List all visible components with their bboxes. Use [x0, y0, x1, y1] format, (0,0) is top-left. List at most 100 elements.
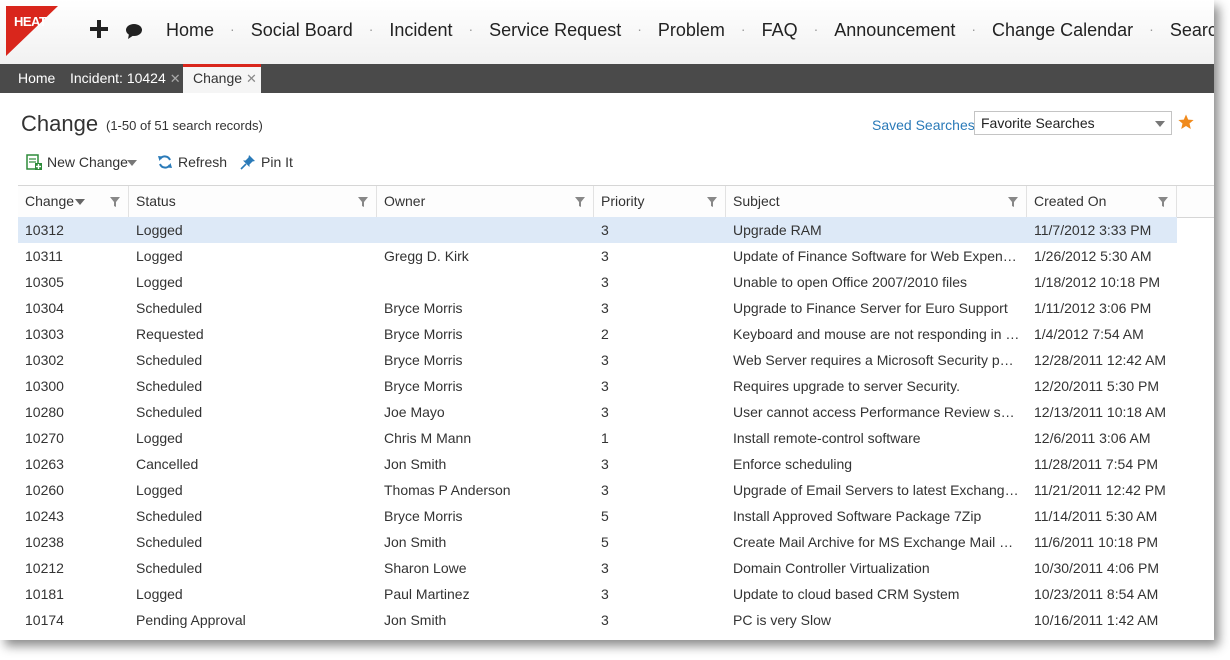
chat-bubble-icon[interactable]: [124, 22, 144, 40]
filter-icon[interactable]: [1158, 197, 1168, 207]
nav-item-social-board[interactable]: Social Board: [235, 20, 369, 41]
filter-icon[interactable]: [110, 197, 120, 207]
table-row[interactable]: 10280 Scheduled Joe Mayo 3 User cannot acces…: [18, 399, 1177, 425]
tab-label: Incident: 10424: [70, 70, 166, 86]
priority-cell: 3: [601, 352, 609, 368]
change-id-cell: 10303: [25, 326, 64, 342]
created-on-cell: 11/7/2012 3:33 PM: [1034, 222, 1152, 238]
top-nav: HEAT Home · Social Board · Incident · Service …: [0, 0, 1214, 65]
priority-cell: 3: [601, 612, 609, 628]
change-id-cell: 10312: [25, 222, 64, 238]
workspace-tab-bar: Home Incident: 10424 ✕ Change ✕: [0, 64, 1214, 93]
column-header-label: Subject: [733, 193, 780, 209]
nav-item-change-calendar[interactable]: Change Calendar: [976, 20, 1149, 41]
sort-descending-icon[interactable]: [75, 199, 85, 205]
table-row[interactable]: 10303 Requested Bryce Morris 2 Keyboard and …: [18, 321, 1177, 347]
change-id-cell: 10270: [25, 430, 64, 446]
column-header-label: Priority: [601, 193, 645, 209]
nav-separator: ·: [637, 21, 642, 37]
nav-separator: ·: [1149, 21, 1154, 37]
status-cell: Logged: [136, 586, 183, 602]
tab-change[interactable]: Change ✕: [183, 64, 261, 93]
subject-cell: Unable to open Office 2007/2010 files: [733, 274, 968, 290]
heat-logo[interactable]: HEAT: [6, 6, 58, 58]
priority-cell: 5: [601, 508, 609, 524]
nav-item-home[interactable]: Home: [150, 20, 230, 41]
subject-cell: Install remote-control software: [733, 430, 921, 446]
table-row[interactable]: 10270 Logged Chris M Mann 1 Install remote-c…: [18, 425, 1177, 451]
subject-cell: Update to cloud based CRM System: [733, 586, 960, 602]
subject-cell: Keyboard and mouse are not responding in…: [733, 326, 1021, 342]
table-row[interactable]: 10304 Scheduled Bryce Morris 3 Upgrade to Fi…: [18, 295, 1177, 321]
column-header-subject[interactable]: Subject: [726, 186, 1027, 217]
pin-it-label: Pin It: [261, 154, 293, 170]
column-header-owner[interactable]: Owner: [377, 186, 594, 217]
created-on-cell: 11/21/2011 12:42 PM: [1034, 482, 1166, 498]
new-change-button[interactable]: New Change: [26, 152, 138, 172]
status-cell: Logged: [136, 222, 183, 238]
tab-label: Change: [193, 70, 243, 86]
subject-cell: PC is very Slow: [733, 612, 832, 628]
close-icon[interactable]: ✕: [170, 71, 181, 86]
change-id-cell: 10238: [25, 534, 64, 550]
owner-cell: Sharon Lowe: [384, 560, 467, 576]
star-icon[interactable]: [1178, 114, 1194, 130]
table-row[interactable]: 10311 Logged Gregg D. Kirk 3 Update of Finan…: [18, 243, 1177, 269]
subject-cell: Install Approved Software Package 7Zip: [733, 508, 982, 524]
chevron-down-icon: [1155, 121, 1165, 127]
owner-cell: Jon Smith: [384, 612, 447, 628]
table-row[interactable]: 10212 Scheduled Sharon Lowe 3 Domain Control…: [18, 555, 1177, 581]
chevron-down-icon[interactable]: [127, 160, 137, 166]
table-row[interactable]: 10305 Logged 3 Unable to open Office 2007/2…: [18, 269, 1177, 295]
tab-incident-10424[interactable]: Incident: 10424 ✕: [60, 64, 191, 93]
saved-searches-link[interactable]: Saved Searches: [872, 117, 975, 133]
pin-it-button[interactable]: Pin It: [240, 152, 300, 172]
change-id-cell: 10300: [25, 378, 64, 394]
created-on-cell: 12/6/2011 3:06 AM: [1034, 430, 1151, 446]
nav-item-incident[interactable]: Incident: [373, 20, 468, 41]
priority-cell: 3: [601, 274, 609, 290]
table-row[interactable]: 10174 Pending Approval Jon Smith 3 PC is ver…: [18, 607, 1177, 633]
status-cell: Pending Approval: [136, 612, 246, 628]
subject-cell: Web Server requires a Microsoft Security…: [733, 352, 1021, 368]
change-id-cell: 10174: [25, 612, 64, 628]
nav-item-problem[interactable]: Problem: [642, 20, 741, 41]
column-header-created-on[interactable]: Created On: [1027, 186, 1177, 217]
priority-cell: 3: [601, 586, 609, 602]
filter-icon[interactable]: [575, 197, 585, 207]
plus-icon[interactable]: [88, 18, 110, 40]
column-header-change[interactable]: Change: [18, 186, 129, 217]
favorite-searches-dropdown[interactable]: Favorite Searches: [974, 111, 1172, 135]
column-header-label: Owner: [384, 193, 426, 209]
owner-cell: Gregg D. Kirk: [384, 248, 469, 264]
status-cell: Scheduled: [136, 534, 203, 550]
table-row[interactable]: 10243 Scheduled Bryce Morris 5 Install Appro…: [18, 503, 1177, 529]
table-row[interactable]: 10300 Scheduled Bryce Morris 3 Requires upgr…: [18, 373, 1177, 399]
table-row[interactable]: 10312 Logged 3 Upgrade RAM 11/7/2012 3:33 PM: [18, 217, 1177, 243]
table-row[interactable]: 10181 Logged Paul Martinez 3 Update to cloud…: [18, 581, 1177, 607]
owner-cell: Bryce Morris: [384, 326, 463, 342]
owner-cell: Bryce Morris: [384, 352, 463, 368]
close-icon[interactable]: ✕: [246, 71, 257, 86]
table-row[interactable]: 10260 Logged Thomas P Anderson 3 Upgrade of …: [18, 477, 1177, 503]
nav-item-service-request[interactable]: Service Request: [473, 20, 637, 41]
table-row[interactable]: 10238 Scheduled Jon Smith 5 Create Mail Arch…: [18, 529, 1177, 555]
filter-icon[interactable]: [707, 197, 717, 207]
table-row[interactable]: 10263 Cancelled Jon Smith 3 Enforce scheduli…: [18, 451, 1177, 477]
owner-cell: Bryce Morris: [384, 508, 463, 524]
filter-icon[interactable]: [358, 197, 368, 207]
column-header-status[interactable]: Status: [129, 186, 377, 217]
owner-cell: Bryce Morris: [384, 300, 463, 316]
nav-item-announcement[interactable]: Announcement: [818, 20, 971, 41]
refresh-button[interactable]: Refresh: [157, 152, 227, 172]
change-id-cell: 10311: [25, 248, 63, 264]
column-header-priority[interactable]: Priority: [594, 186, 726, 217]
nav-item-faq[interactable]: FAQ: [746, 20, 814, 41]
nav-separator: ·: [813, 21, 819, 37]
status-cell: Scheduled: [136, 404, 203, 420]
nav-item-search[interactable]: Search: [1154, 20, 1214, 41]
filter-icon[interactable]: [1008, 197, 1018, 207]
owner-cell: Paul Martinez: [384, 586, 470, 602]
table-row[interactable]: 10302 Scheduled Bryce Morris 3 Web Server re…: [18, 347, 1177, 373]
tab-home[interactable]: Home: [8, 64, 65, 93]
